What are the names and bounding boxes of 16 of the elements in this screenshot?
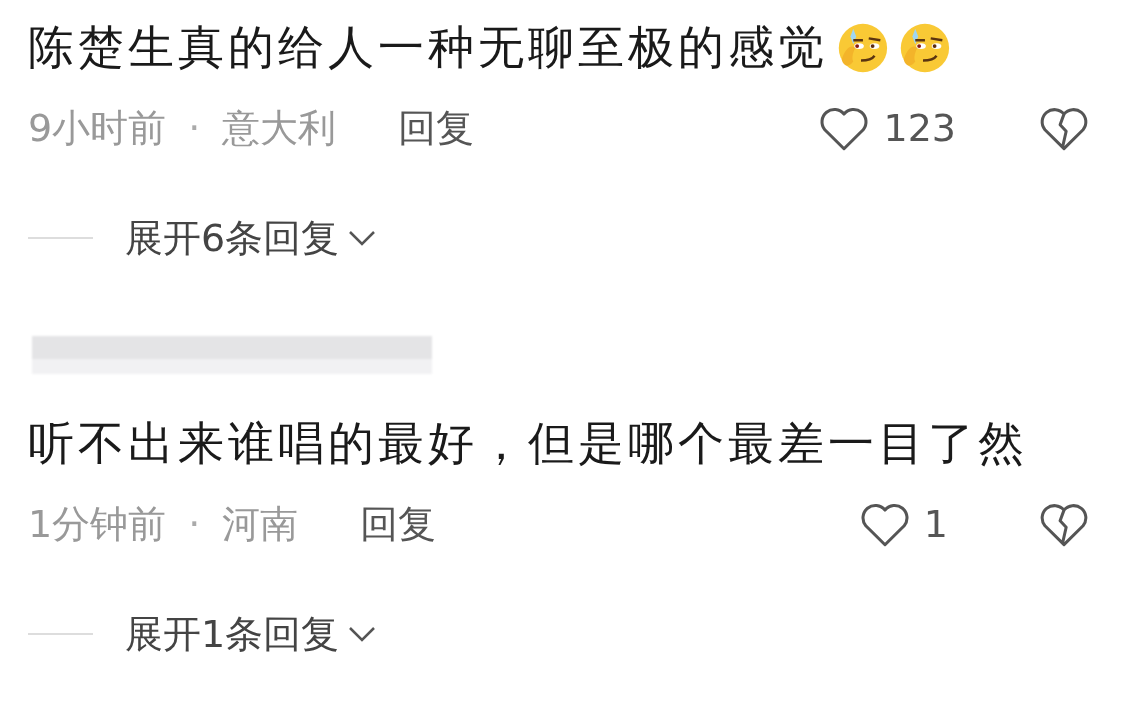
expand-replies-button[interactable]: 展开1条回复 (125, 608, 378, 660)
expand-replies-button[interactable]: 展开6条回复 (125, 212, 378, 264)
separator-dot: · (188, 106, 201, 150)
reply-link[interactable]: 回复 (360, 498, 437, 550)
comment-text: 陈楚生真的给人一种无聊至极的感觉 (28, 19, 828, 76)
comment-time: 1分钟前 (28, 500, 167, 548)
like-button[interactable]: 1 (857, 500, 948, 548)
separator-dot: · (188, 502, 201, 546)
reply-link[interactable]: 回复 (398, 102, 475, 154)
chevron-down-icon (347, 228, 378, 248)
comment-location: 河南 (222, 500, 299, 548)
like-button[interactable]: 123 (817, 104, 956, 152)
comment-text: 听不出来谁唱的最好，但是哪个最差一目了然 (28, 415, 1028, 472)
chevron-down-icon (347, 624, 378, 644)
comment-time: 9小时前 (28, 104, 167, 152)
comment-location: 意大利 (222, 104, 337, 152)
